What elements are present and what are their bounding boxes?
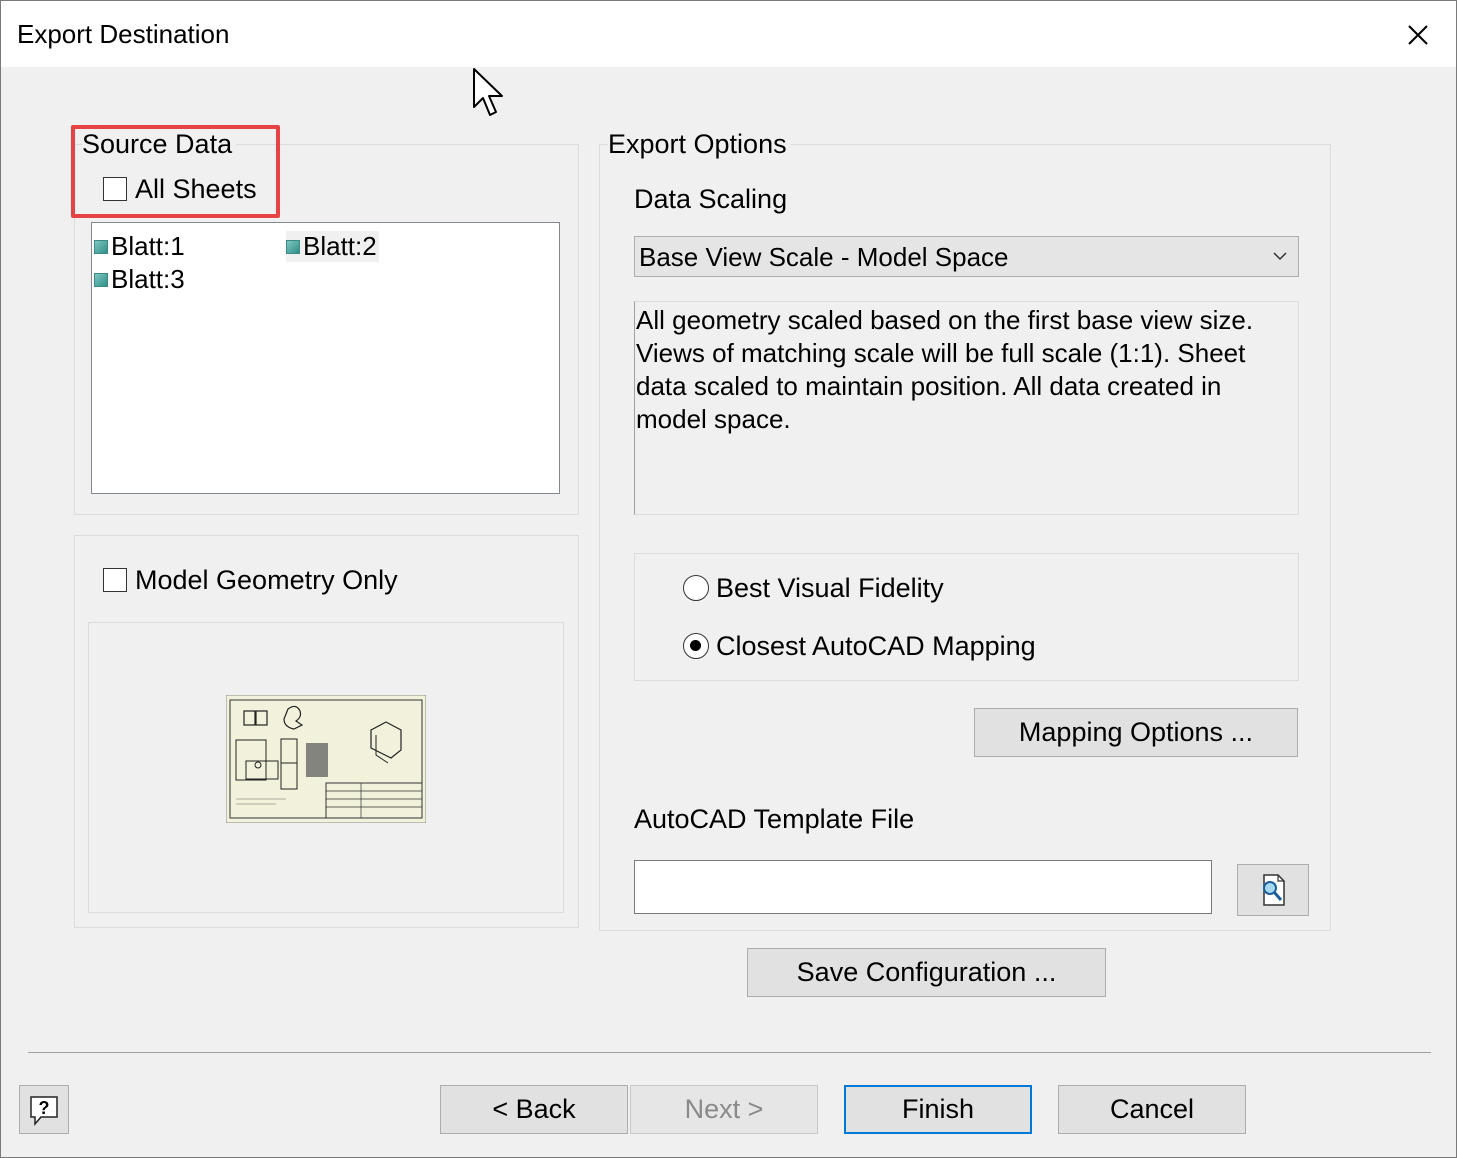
export-destination-dialog: Export Destination Source Data All Sheet…	[0, 0, 1457, 1158]
sheet-icon	[94, 272, 108, 287]
closest-autocad-mapping-label[interactable]: Closest AutoCAD Mapping	[716, 631, 1036, 662]
list-item[interactable]: Blatt:2	[286, 231, 379, 262]
model-geometry-checkbox[interactable]	[103, 568, 127, 592]
model-geometry-label[interactable]: Model Geometry Only	[135, 565, 398, 596]
mouse-cursor-icon	[473, 68, 503, 116]
scaling-description: All geometry scaled based on the first b…	[634, 301, 1299, 515]
footer-separator	[28, 1052, 1431, 1053]
next-button[interactable]: Next >	[630, 1085, 818, 1134]
finish-button[interactable]: Finish	[844, 1085, 1032, 1134]
cancel-button[interactable]: Cancel	[1058, 1085, 1246, 1134]
list-item[interactable]: Blatt:1	[94, 231, 185, 262]
drawing-thumbnail	[226, 695, 426, 823]
chevron-down-icon	[1273, 252, 1287, 261]
data-scaling-label: Data Scaling	[634, 184, 788, 214]
best-visual-fidelity-label[interactable]: Best Visual Fidelity	[716, 573, 944, 604]
data-scaling-value: Base View Scale - Model Space	[639, 242, 1009, 272]
closest-autocad-mapping-radio[interactable]	[683, 633, 709, 659]
highlight-annotation	[71, 125, 280, 218]
sheets-listbox[interactable]: Blatt:1 Blatt:2 Blatt:3	[91, 222, 560, 494]
best-visual-fidelity-radio[interactable]	[683, 575, 709, 601]
mapping-options-button[interactable]: Mapping Options ...	[974, 708, 1298, 757]
save-configuration-button[interactable]: Save Configuration ...	[747, 948, 1106, 997]
sheet-label: Blatt:2	[303, 231, 377, 261]
title-bar: Export Destination	[1, 1, 1456, 67]
sheet-icon	[94, 239, 108, 254]
list-item[interactable]: Blatt:3	[94, 264, 185, 295]
template-file-input[interactable]	[634, 860, 1212, 914]
close-icon	[1408, 25, 1428, 45]
sheet-label: Blatt:1	[111, 231, 185, 261]
browse-template-button[interactable]	[1237, 864, 1309, 916]
browse-file-icon	[1263, 874, 1285, 906]
back-button[interactable]: < Back	[440, 1085, 628, 1134]
data-scaling-dropdown[interactable]: Base View Scale - Model Space	[634, 236, 1299, 277]
close-button[interactable]	[1400, 17, 1436, 53]
dialog-title: Export Destination	[17, 19, 230, 49]
help-icon: ?	[30, 1095, 58, 1126]
svg-text:?: ?	[39, 1098, 50, 1118]
drawing-preview-frame	[88, 622, 564, 913]
radio-selected-dot	[690, 640, 701, 651]
export-options-title: Export Options	[608, 129, 791, 160]
template-file-label: AutoCAD Template File	[634, 804, 915, 834]
help-button[interactable]: ?	[19, 1085, 69, 1134]
sheet-label: Blatt:3	[111, 264, 185, 294]
sheet-icon	[286, 239, 300, 254]
